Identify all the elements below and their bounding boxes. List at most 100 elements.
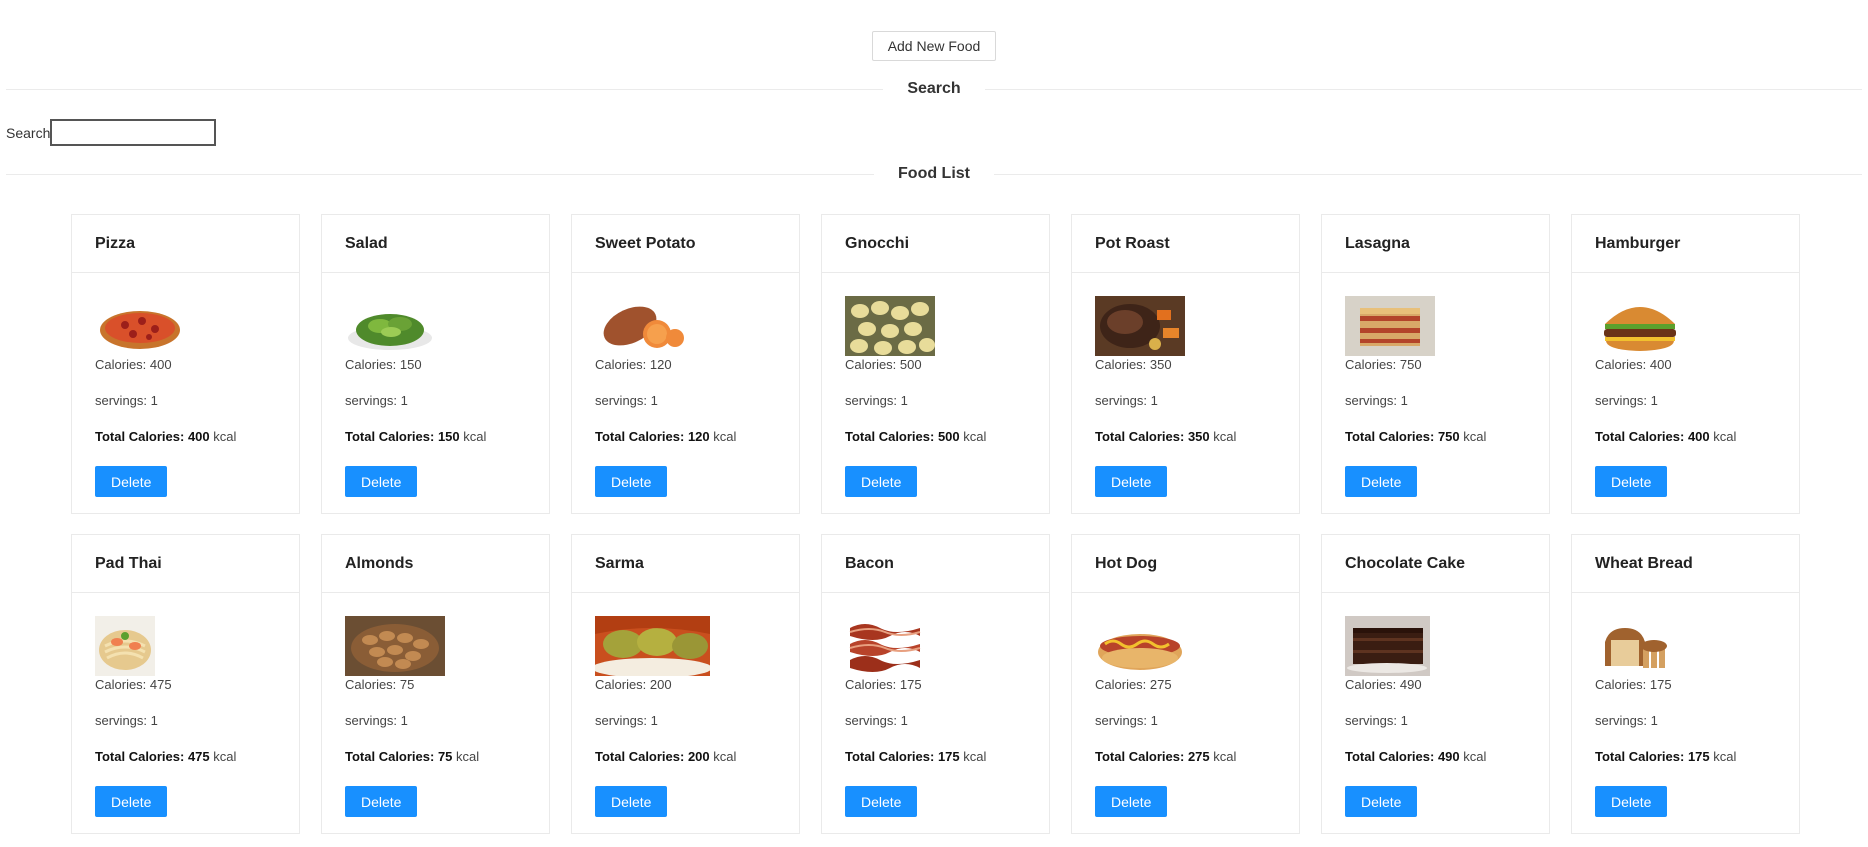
calories-text: Calories: 120	[595, 357, 672, 372]
servings-text: servings: 1	[1595, 713, 1658, 728]
delete-button[interactable]: Delete	[345, 466, 418, 497]
calories-text: Calories: 150	[345, 357, 422, 372]
total-calories-text: Total Calories: 200 kcal	[595, 749, 737, 764]
calories-text: Calories: 275	[1095, 677, 1172, 692]
chocolate-cake-image	[1345, 616, 1526, 676]
total-calories-text: Total Calories: 175 kcal	[1595, 749, 1737, 764]
calories-text: Calories: 200	[595, 677, 672, 692]
food-card-body: Calories: 175 servings: 1 Total Calories: …	[822, 593, 1049, 817]
food-card-body: Calories: 75 servings: 1 Total Calories: 7…	[322, 593, 549, 817]
calories-text: Calories: 175	[1595, 677, 1672, 692]
calories-text: Calories: 500	[845, 357, 922, 372]
calories-text: Calories: 400	[95, 357, 172, 372]
wheat-bread-image	[1595, 616, 1776, 676]
food-list-divider: Food List	[6, 165, 1862, 183]
servings-text: servings: 1	[845, 393, 908, 408]
food-card: Sweet Potato Calories: 120 servings: 1 Tota…	[571, 214, 800, 514]
servings-text: servings: 1	[345, 393, 408, 408]
search-label: Search	[6, 124, 51, 141]
food-card: Gnocchi Calories: 500 servings: 1 Total Cal…	[821, 214, 1050, 514]
delete-button[interactable]: Delete	[845, 466, 918, 497]
gnocchi-image	[845, 296, 1026, 356]
food-card-title: Sweet Potato	[572, 215, 799, 273]
food-card-body: Calories: 200 servings: 1 Total Calories: …	[572, 593, 799, 817]
food-card: Almonds Calories: 75 servings: 1 Total Calo…	[321, 534, 550, 834]
food-card: Hamburger Calories: 400 servings: 1 Total C…	[1571, 214, 1800, 514]
food-card: Hot Dog Calories: 275 servings: 1 Total Cal…	[1071, 534, 1300, 834]
sarma-image	[595, 616, 776, 676]
food-card: Chocolate Cake Calories: 490 servings: 1 To…	[1321, 534, 1550, 834]
food-card-title: Almonds	[322, 535, 549, 593]
delete-button[interactable]: Delete	[1595, 786, 1668, 817]
top-bar: Add New Food	[0, 31, 1868, 61]
food-card-title: Pot Roast	[1072, 215, 1299, 273]
delete-button[interactable]: Delete	[845, 786, 918, 817]
delete-button[interactable]: Delete	[95, 786, 168, 817]
food-card: Pizza Calories: 400 servings: 1 Total Calor…	[71, 214, 300, 514]
delete-button[interactable]: Delete	[345, 786, 418, 817]
servings-text: servings: 1	[845, 713, 908, 728]
food-card-body: Calories: 490 servings: 1 Total Calories: …	[1322, 593, 1549, 817]
calories-text: Calories: 400	[1595, 357, 1672, 372]
total-calories-text: Total Calories: 490 kcal	[1345, 749, 1487, 764]
delete-button[interactable]: Delete	[1095, 786, 1168, 817]
total-calories-text: Total Calories: 750 kcal	[1345, 429, 1487, 444]
search-divider-label: Search	[907, 80, 961, 97]
food-card: Bacon Calories: 175 servings: 1 Total Calor…	[821, 534, 1050, 834]
servings-text: servings: 1	[1095, 393, 1158, 408]
calories-text: Calories: 175	[845, 677, 922, 692]
add-new-food-button[interactable]: Add New Food	[871, 31, 997, 61]
lasagna-image	[1345, 296, 1526, 356]
bacon-image	[845, 616, 1026, 676]
delete-button[interactable]: Delete	[1095, 466, 1168, 497]
pizza-image	[95, 296, 276, 356]
servings-text: servings: 1	[1595, 393, 1658, 408]
calories-text: Calories: 75	[345, 677, 415, 692]
delete-button[interactable]: Delete	[1345, 466, 1418, 497]
food-card-title: Pizza	[72, 215, 299, 273]
food-card-title: Sarma	[572, 535, 799, 593]
total-calories-text: Total Calories: 400 kcal	[1595, 429, 1737, 444]
food-card-body: Calories: 150 servings: 1 Total Calories: …	[322, 273, 549, 497]
total-calories-text: Total Calories: 400 kcal	[95, 429, 237, 444]
total-calories-text: Total Calories: 175 kcal	[845, 749, 987, 764]
delete-button[interactable]: Delete	[595, 466, 668, 497]
food-card-body: Calories: 400 servings: 1 Total Calories: …	[1572, 273, 1799, 497]
calories-text: Calories: 475	[95, 677, 172, 692]
delete-button[interactable]: Delete	[595, 786, 668, 817]
servings-text: servings: 1	[95, 393, 158, 408]
salad-image	[345, 296, 526, 356]
food-card-title: Hot Dog	[1072, 535, 1299, 593]
pad-thai-image	[95, 616, 276, 676]
delete-button[interactable]: Delete	[1345, 786, 1418, 817]
total-calories-text: Total Calories: 500 kcal	[845, 429, 987, 444]
food-card: Lasagna Calories: 750 servings: 1 Total Cal…	[1321, 214, 1550, 514]
food-card-body: Calories: 400 servings: 1 Total Calories: …	[72, 273, 299, 497]
delete-button[interactable]: Delete	[1595, 466, 1668, 497]
calories-text: Calories: 490	[1345, 677, 1422, 692]
search-divider: Search	[6, 80, 1862, 98]
food-grid: Pizza Calories: 400 servings: 1 Total Calor…	[71, 214, 1800, 834]
sweet-potato-image	[595, 296, 776, 356]
food-card: Pot Roast Calories: 350 servings: 1 Total C…	[1071, 214, 1300, 514]
servings-text: servings: 1	[1345, 393, 1408, 408]
delete-button[interactable]: Delete	[95, 466, 168, 497]
food-card: Sarma Calories: 200 servings: 1 Total Calor…	[571, 534, 800, 834]
food-card-title: Lasagna	[1322, 215, 1549, 273]
food-card: Salad Calories: 150 servings: 1 Total Calor…	[321, 214, 550, 514]
food-card-title: Bacon	[822, 535, 1049, 593]
food-card-title: Chocolate Cake	[1322, 535, 1549, 593]
servings-text: servings: 1	[595, 713, 658, 728]
calories-text: Calories: 350	[1095, 357, 1172, 372]
food-card: Pad Thai Calories: 475 servings: 1 Total Ca…	[71, 534, 300, 834]
pot-roast-image	[1095, 296, 1276, 356]
food-card-title: Salad	[322, 215, 549, 273]
servings-text: servings: 1	[345, 713, 408, 728]
food-card-body: Calories: 350 servings: 1 Total Calories: …	[1072, 273, 1299, 497]
food-card-body: Calories: 475 servings: 1 Total Calories: …	[72, 593, 299, 817]
food-card-title: Hamburger	[1572, 215, 1799, 273]
almonds-image	[345, 616, 526, 676]
servings-text: servings: 1	[95, 713, 158, 728]
search-input[interactable]	[50, 119, 217, 146]
food-card-body: Calories: 275 servings: 1 Total Calories: …	[1072, 593, 1299, 817]
